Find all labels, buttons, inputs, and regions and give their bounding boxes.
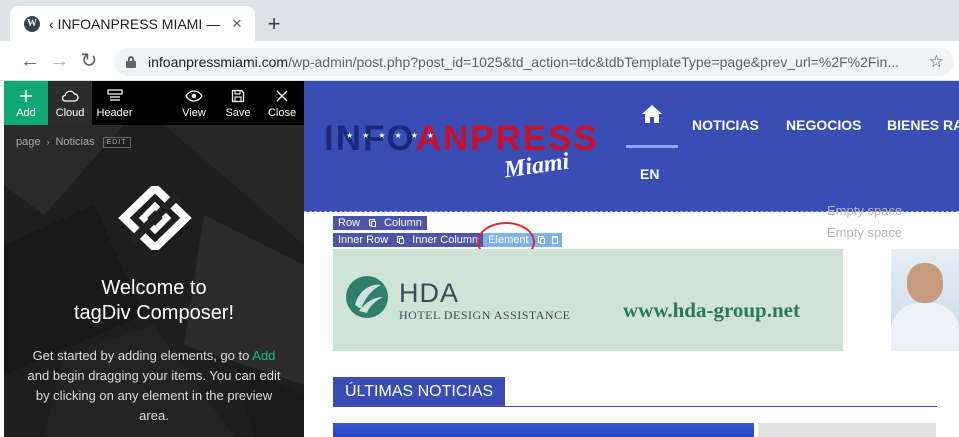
nav-home[interactable] [626, 103, 678, 148]
save-label: Save [225, 107, 251, 119]
tagdiv-logo-icon [118, 186, 192, 250]
banner-url: www.hda-group.net [623, 298, 800, 322]
view-label: View [182, 107, 206, 119]
ad-banner[interactable]: HDA HOTEL DESIGN ASSISTANCE www.hda-grou… [333, 249, 843, 351]
section-title[interactable]: ÚLTIMAS NOTICIAS [333, 377, 506, 407]
nav-bienes-raices[interactable]: BIENES RA [887, 117, 959, 133]
browser-toolbar: ← → ↻ infoanpressmiami.com/wp-admin/post… [0, 41, 959, 81]
copy-icon[interactable] [533, 233, 548, 247]
welcome-title: Welcome to tagDiv Composer! [4, 276, 304, 326]
tab-title: ‹ INFOANPRESS MIAMI — [49, 15, 221, 32]
row-button[interactable]: Row [333, 216, 366, 230]
url-path: /wp-admin/post.php?post_id=1025&td_actio… [288, 54, 900, 70]
site-header[interactable]: INFOANPRESS ★★★★★★ Miami NOTICIAS NEGOCI… [304, 81, 959, 212]
close-button[interactable]: Close [260, 81, 304, 125]
reload-icon[interactable]: ↻ [77, 49, 101, 73]
inner-row-button[interactable]: Inner Row [333, 233, 394, 247]
address-bar[interactable]: infoanpressmiami.com/wp-admin/post.php?p… [114, 48, 954, 76]
new-tab-button[interactable]: + [262, 12, 286, 36]
close-icon [275, 87, 289, 105]
header-button[interactable]: Header [92, 81, 137, 125]
view-button[interactable]: View [172, 81, 216, 125]
lock-icon[interactable] [126, 56, 136, 68]
cloud-icon [61, 87, 79, 105]
empty-space-label-1: Empty space [827, 203, 903, 218]
save-icon [231, 87, 245, 105]
eye-icon [185, 87, 203, 105]
cloud-button[interactable]: Cloud [48, 81, 92, 125]
tab-close-icon[interactable]: ✕ [229, 16, 245, 32]
nav-negocios[interactable]: NEGOCIOS [786, 117, 861, 133]
empty-space-label-2: Empty space [827, 225, 903, 240]
url-host: infoanpressmiami.com [148, 54, 289, 70]
row-column-bar: Row Column [333, 216, 427, 230]
article-image[interactable] [333, 423, 754, 437]
add-button[interactable]: Add [4, 81, 48, 125]
breadcrumb-current: Noticias [55, 136, 95, 148]
home-icon [642, 105, 662, 123]
add-label: Add [16, 107, 36, 119]
close-label: Close [267, 107, 297, 119]
panel-toolbar: Add Cloud Header View Save Close [4, 81, 304, 125]
copy-icon[interactable] [365, 216, 380, 230]
intro-add-link[interactable]: Add [252, 348, 275, 363]
cloud-label: Cloud [55, 107, 85, 119]
back-arrow-icon[interactable]: ← [18, 49, 42, 73]
copy-icon[interactable] [393, 233, 408, 247]
intro-before: Get started by adding elements, go to [32, 348, 250, 363]
wordpress-favicon-icon: W [24, 15, 40, 32]
hda-leaf-icon [346, 276, 388, 318]
person-photo[interactable] [891, 249, 959, 351]
edit-badge[interactable]: EDIT [102, 136, 131, 148]
section-divider [333, 406, 937, 407]
header-icon [106, 87, 123, 105]
trash-icon[interactable] [547, 233, 562, 247]
forward-arrow-icon[interactable]: → [47, 49, 71, 73]
column-button[interactable]: Column [379, 216, 427, 230]
breadcrumb-page[interactable]: page [16, 136, 40, 148]
welcome-line-2: tagDiv Composer! [73, 302, 235, 324]
plus-icon [19, 87, 33, 105]
stars-decoration-icon: ★★★★★★ [346, 131, 444, 140]
site-logo[interactable]: INFOANPRESS ★★★★★★ Miami [324, 119, 597, 183]
inner-column-button[interactable]: Inner Column [407, 233, 484, 247]
url-text[interactable]: infoanpressmiami.com/wp-admin/post.php?p… [148, 54, 928, 70]
chevron-right-icon: › [46, 137, 50, 147]
banner-hda: HDA [399, 278, 460, 308]
language-switch[interactable]: EN [640, 166, 659, 182]
composer-panel: Add Cloud Header View Save Close page › … [4, 81, 304, 437]
intro-after: and begin dragging your items. You can e… [27, 368, 281, 423]
browser-tab[interactable]: W ‹ INFOANPRESS MIAMI — ✕ [10, 6, 255, 41]
preview-area[interactable]: INFOANPRESS ★★★★★★ Miami NOTICIAS NEGOCI… [304, 81, 959, 437]
breadcrumb: page › Noticias EDIT [16, 136, 131, 148]
tab-strip: W ‹ INFOANPRESS MIAMI — ✕ + [0, 0, 959, 41]
article-image-placeholder[interactable] [758, 423, 936, 437]
nav-noticias[interactable]: NOTICIAS [692, 117, 759, 133]
intro-text: Get started by adding elements, go to Ad… [24, 346, 284, 426]
welcome-line-1: Welcome to [101, 277, 207, 299]
header-label: Header [96, 107, 133, 119]
banner-subtitle: HOTEL DESIGN ASSISTANCE [399, 308, 571, 322]
save-button[interactable]: Save [216, 81, 260, 125]
brand-anpress: ANPRESS [415, 119, 599, 158]
bookmark-star-icon[interactable]: ☆ [929, 52, 944, 72]
